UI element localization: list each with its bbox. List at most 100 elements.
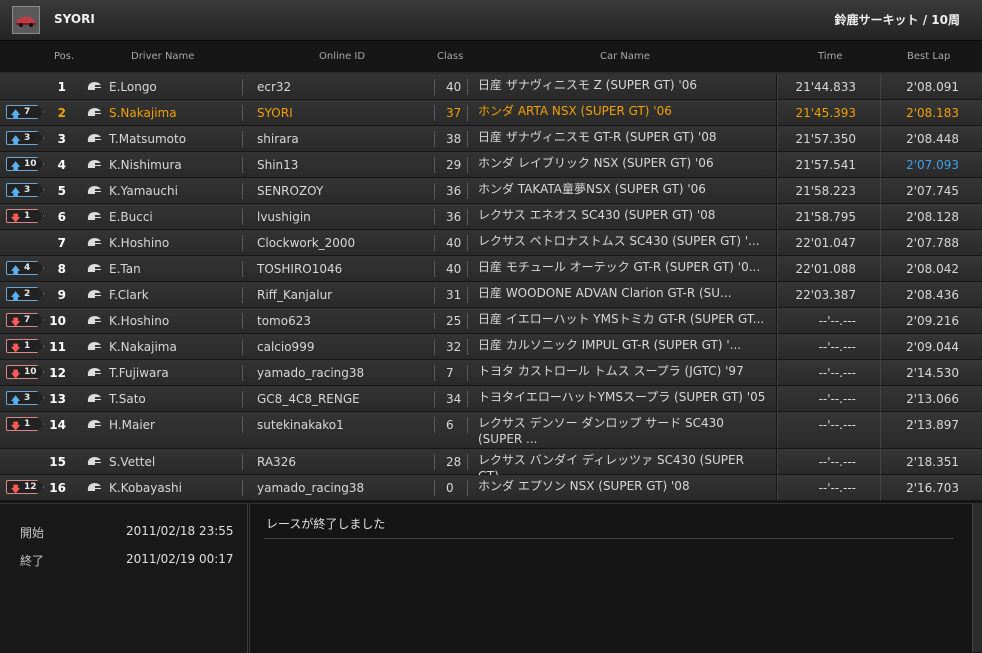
- online-id: shirara: [257, 132, 299, 146]
- col-best-lap[interactable]: Best Lap: [907, 51, 950, 62]
- divider: [467, 454, 468, 470]
- best-lap-cell: 2'07.745: [880, 178, 982, 204]
- best-lap: 2'09.044: [906, 340, 959, 354]
- arrow-down-icon: 🡇: [11, 318, 21, 328]
- col-class[interactable]: Class: [437, 51, 463, 62]
- position-change: 4: [24, 263, 31, 273]
- divider: [242, 287, 243, 303]
- race-time: 21'45.393: [795, 106, 856, 120]
- driver-name: S.Nakajima: [109, 106, 177, 120]
- table-row[interactable]: 🡅 3 5 K.Yamauchi SENROZOY 36 ホンダ TAKATA童夢NSX (…: [0, 178, 776, 204]
- driver-name: E.Bucci: [109, 210, 153, 224]
- class-value: 38: [446, 132, 462, 146]
- end-value: 2011/02/19 00:17: [126, 552, 234, 566]
- car-name: トヨタイエローハットYMSスープラ (SUPER GT) '05: [478, 390, 766, 404]
- divider: [467, 480, 468, 496]
- message-panel: レースが終了しました: [249, 503, 973, 653]
- driver-name: K.Hoshino: [109, 314, 170, 328]
- divider: [242, 391, 243, 407]
- table-row[interactable]: 🡅 3 3 T.Matsumoto shirara 38 日産 ザナヴィニスモ GT-R (…: [0, 126, 776, 152]
- table-row[interactable]: 🡇 12 16 K.Kobayashi yamado_racing38 0 ホンダ エプソン…: [0, 475, 776, 501]
- class-value: 6: [446, 418, 454, 432]
- race-time: --'--.---: [818, 481, 856, 495]
- position: 10: [49, 314, 66, 328]
- col-driver[interactable]: Driver Name: [131, 51, 194, 62]
- race-time-cell: --'--.---: [777, 449, 880, 475]
- class-value: 32: [446, 340, 462, 354]
- scrollbar[interactable]: [972, 503, 982, 652]
- table-row[interactable]: 🡅 4 8 E.Tan TOSHIRO1046 40 日産 モチュール オーテック GT-R…: [0, 256, 776, 282]
- driver-name: K.Yamauchi: [109, 184, 178, 198]
- avatar[interactable]: [12, 6, 40, 34]
- car-name: 日産 ザナヴィニスモ GT-R (SUPER GT) '08: [478, 130, 717, 144]
- position-change-badge: 🡇 10: [6, 365, 44, 379]
- arrow-up-icon: 🡅: [11, 396, 21, 406]
- race-time-cell: 21'58.795: [777, 204, 880, 230]
- best-lap-cell: 2'09.216: [880, 308, 982, 334]
- table-row[interactable]: 🡅 2 9 F.Clark Riff_Kanjalur 31 日産 WOODONE ADVA…: [0, 282, 776, 308]
- position-change-badge: 🡅 10: [6, 157, 44, 171]
- table-row[interactable]: 15 S.Vettel RA326 28 レクサス バンダイ ディレッツァ SC430 …: [0, 449, 776, 483]
- col-time[interactable]: Time: [818, 51, 842, 62]
- best-lap-cell: 2'18.351: [880, 449, 982, 475]
- helmet-icon: [86, 340, 102, 355]
- divider: [434, 287, 435, 303]
- table-row[interactable]: 🡇 1 11 K.Nakajima calcio999 32 日産 カルソニック IMPUL…: [0, 334, 776, 360]
- race-time-cell: 22'01.088: [777, 256, 880, 282]
- car-name: レクサス ペトロナストムス SC430 (SUPER GT) '...: [478, 234, 760, 248]
- col-pos[interactable]: Pos.: [54, 51, 74, 62]
- race-time-panel: 開始 2011/02/18 23:55 終了 2011/02/19 00:17: [0, 503, 248, 653]
- table-row[interactable]: 🡇 7 10 K.Hoshino tomo623 25 日産 イエローハット YMSトミカ …: [0, 308, 776, 334]
- col-online-id[interactable]: Online ID: [319, 51, 365, 62]
- driver-name: K.Nakajima: [109, 340, 177, 354]
- driver-name: K.Nishimura: [109, 158, 182, 172]
- online-id: tomo623: [257, 314, 311, 328]
- arrow-up-icon: 🡅: [11, 188, 21, 198]
- position: 6: [57, 210, 66, 224]
- helmet-icon: [86, 392, 102, 407]
- position: 1: [57, 80, 66, 94]
- divider: [434, 183, 435, 199]
- table-row[interactable]: 7 K.Hoshino Clockwork_2000 40 レクサス ペトロナストムス …: [0, 230, 776, 256]
- race-time-cell: --'--.---: [777, 475, 880, 501]
- divider: [467, 105, 468, 121]
- position-change: 2: [24, 289, 31, 299]
- car-name: ホンダ TAKATA童夢NSX (SUPER GT) '06: [478, 182, 706, 196]
- end-label: 終了: [20, 554, 45, 568]
- divider: [242, 313, 243, 329]
- table-row[interactable]: 🡅 7 2 S.Nakajima SYORI 37 ホンダ ARTA NSX (SUPER …: [0, 100, 776, 126]
- race-time-cell: --'--.---: [777, 360, 880, 386]
- position-change-badge: 🡇 1: [6, 209, 44, 223]
- best-lap-cell: 2'08.183: [880, 100, 982, 126]
- results-table: 1 E.Longo ecr32 40 日産 ザナヴィニスモ Z (SUPER GT) '…: [0, 74, 982, 501]
- position: 7: [57, 236, 66, 250]
- class-value: 40: [446, 262, 462, 276]
- divider: [434, 339, 435, 355]
- position-change: 10: [24, 367, 37, 377]
- race-time: 22'03.387: [795, 288, 856, 302]
- best-lap: 2'08.128: [906, 210, 959, 224]
- table-row[interactable]: 🡇 10 12 T.Fujiwara yamado_racing38 7 トヨタ カストロー…: [0, 360, 776, 386]
- table-row[interactable]: 🡅 3 13 T.Sato GC8_4C8_RENGE 34 トヨタイエローハットYMSスー…: [0, 386, 776, 412]
- arrow-down-icon: 🡇: [11, 485, 21, 495]
- best-lap: 2'07.788: [906, 236, 959, 250]
- table-row[interactable]: 🡇 1 14 H.Maier sutekinakako1 6 レクサス デンソー ダンロップ…: [0, 412, 776, 449]
- divider: [467, 261, 468, 277]
- car-name: ホンダ ARTA NSX (SUPER GT) '06: [478, 104, 672, 118]
- driver-name: T.Matsumoto: [109, 132, 187, 146]
- user-name: SYORI: [54, 12, 95, 26]
- divider: [467, 131, 468, 147]
- online-id: Riff_Kanjalur: [257, 288, 333, 302]
- table-row[interactable]: 1 E.Longo ecr32 40 日産 ザナヴィニスモ Z (SUPER GT) '…: [0, 74, 776, 100]
- divider: [467, 313, 468, 329]
- table-row[interactable]: 🡅 10 4 K.Nishimura Shin13 29 ホンダ レイブリック NSX (S…: [0, 152, 776, 178]
- best-lap-cell: 2'07.788: [880, 230, 982, 256]
- divider: [242, 261, 243, 277]
- table-row[interactable]: 🡇 1 6 E.Bucci lvushigin 36 レクサス エネオス SC430 (SU…: [0, 204, 776, 230]
- col-car[interactable]: Car Name: [600, 51, 650, 62]
- divider: [467, 287, 468, 303]
- race-time: 22'01.047: [795, 236, 856, 250]
- best-lap-cell: 2'13.066: [880, 386, 982, 412]
- divider: [242, 417, 243, 433]
- car-name: レクサス デンソー ダンロップ サード SC430 (SUPER ...: [478, 416, 724, 446]
